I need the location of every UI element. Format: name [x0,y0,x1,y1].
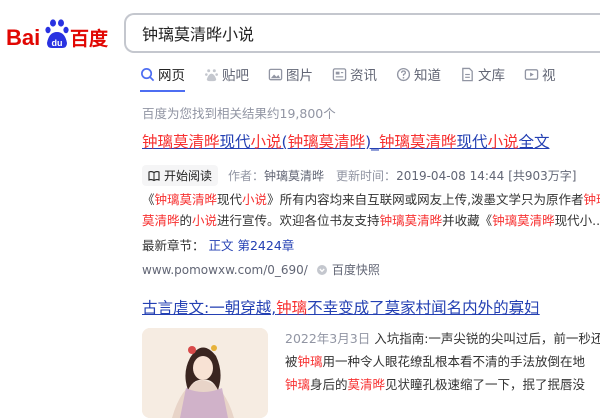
paw-logo-icon: du [45,19,69,48]
book-icon [148,170,160,181]
document-icon [462,67,473,81]
tab-tieba[interactable]: 贴吧 [204,62,249,86]
logo-text-bai: Bai [6,25,40,50]
update-label: 更新时间： [336,169,397,183]
paw-icon [205,68,218,81]
result-1-url-row: www.pomowxw.com/0_690/ 百度快照 [142,261,380,278]
image-icon [268,68,283,80]
tab-web[interactable]: 网页 [140,62,185,92]
snapshot-icon [316,264,327,275]
result-2-title[interactable]: 古言虐文:一朝穿越,钟璃不幸变成了莫家村闻名内外的寡妇 [142,296,540,318]
tab-tieba-label: 贴吧 [222,68,249,84]
question-icon [396,67,411,81]
result-2-line-3: 钟璃身后的莫清晔见状瞳孔极速缩了一下，抿了抿唇没 [285,377,586,392]
search-box[interactable] [124,13,600,53]
search-tabs: 网页 贴吧 图片 资讯 知道 文库 视 [140,62,575,92]
start-reading-label: 开始阅读 [164,169,213,183]
result-1-meta: 开始阅读 作者： 钟璃莫清晔 更新时间： 2019-04-08 14:44 [共… [142,165,576,186]
tab-web-label: 网页 [158,68,185,84]
result-1-url[interactable]: www.pomowxw.com/0_690/ [142,263,308,277]
author-label: 作者： [228,169,265,183]
tab-zhidao[interactable]: 知道 [396,62,441,86]
tab-images[interactable]: 图片 [268,62,313,86]
tab-video[interactable]: 视 [524,62,556,86]
word-count: [共903万字] [508,169,577,183]
search-icon [141,67,155,81]
tab-video-label: 视 [542,68,556,84]
result-2-description: 2022年3月3日 入坑指南:一声尖锐的尖叫过后，前一秒还 被钟璃用一种令人眼花… [285,327,600,396]
result-1-title[interactable]: 钟璃莫清晔现代小说(钟璃莫清晔)_钟璃莫清晔现代小说全文 [142,130,550,152]
video-icon [524,68,539,80]
result-2-line-2: 被钟璃用一种令人眼花缭乱根本看不清的手法放倒在地 [285,354,586,369]
latest-chapter: 最新章节： 正文 第2424章 [142,235,294,254]
result-2-line-1: 2022年3月3日 入坑指南:一声尖锐的尖叫过后，前一秒还 [285,331,600,346]
search-input[interactable] [140,22,600,43]
update-time: 2019-04-08 14:44 [396,168,505,183]
tab-zhidao-label: 知道 [414,68,441,84]
logo-text-chinese: 百度 [70,27,109,50]
latest-chapter-label: 最新章节： [142,238,205,253]
result-count: 百度为您找到相关结果约19,800个 [142,106,336,121]
tab-news[interactable]: 资讯 [332,62,377,86]
baidu-logo[interactable]: Bai du 百度 [6,18,112,52]
tab-wenku-label: 文库 [478,68,505,84]
start-reading-button[interactable]: 开始阅读 [142,165,219,186]
tab-images-label: 图片 [286,68,313,84]
result-1-description: 《钟璃莫清晔现代小说》所有内容均来自互联网或网友上传,泼墨文学只为原作者钟璃莫清… [142,192,600,228]
snapshot-link[interactable]: 百度快照 [332,261,380,278]
result-2-thumbnail[interactable] [142,328,268,418]
logo-text-du: du [52,38,63,48]
tab-wenku[interactable]: 文库 [460,62,505,86]
latest-chapter-link[interactable]: 正文 第2424章 [209,238,295,253]
news-icon [332,67,347,81]
author-value: 钟璃莫清晔 [264,169,325,183]
character-illustration [142,328,268,418]
tab-news-label: 资讯 [350,68,377,84]
